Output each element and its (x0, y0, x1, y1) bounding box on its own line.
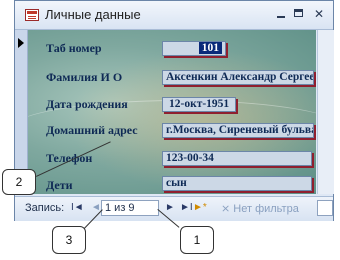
last-record-icon[interactable]: ►I (180, 202, 193, 213)
minimize-icon[interactable] (273, 7, 289, 21)
record-navigation-bar: Запись: I◄ ◄ 1 из 9 ► ►I ►* ⨯ Нет фильтр… (15, 196, 333, 221)
current-record-arrow-icon (18, 38, 24, 48)
search-box-edge[interactable] (317, 200, 333, 216)
label-birth-date: Дата рождения (46, 97, 128, 111)
full-name-field[interactable]: Аксенкин Александр Сергеевич (162, 70, 314, 85)
phone-field[interactable]: 123-00-34 (162, 151, 312, 166)
tab-number-value: 101 (198, 42, 222, 54)
window-title: Личные данные (45, 7, 141, 22)
vertical-scrollbar[interactable] (317, 30, 334, 194)
label-tab-number: Таб номер (46, 41, 102, 55)
callout-2: 2 (2, 169, 36, 195)
filter-icon: ⨯ (221, 203, 234, 215)
label-children: Дети (46, 178, 73, 192)
label-full-name: Фамилия И О (46, 70, 123, 84)
maximize-icon[interactable] (291, 7, 307, 21)
no-filter-label: Нет фильтра (233, 203, 299, 215)
record-counter-input[interactable]: 1 из 9 (101, 200, 159, 216)
children-field[interactable]: сын (162, 176, 312, 191)
new-record-icon[interactable]: ►* (193, 202, 207, 213)
records-label: Запись: (25, 202, 65, 214)
callout-3: 3 (52, 226, 86, 254)
close-icon[interactable]: ✕ (311, 7, 327, 21)
next-record-icon[interactable]: ► (165, 202, 175, 213)
first-record-icon[interactable]: I◄ (71, 202, 84, 213)
form-body: Таб номер 101 Фамилия И О Аксенкин Алекс… (28, 30, 316, 194)
label-home-address: Домашний адрес (46, 123, 138, 137)
no-filter-button[interactable]: ⨯ Нет фильтра (221, 202, 299, 215)
home-address-field[interactable]: г.Москва, Сиреневый бульвар, (162, 123, 314, 138)
title-bar: Личные данные ✕ (15, 1, 333, 30)
form-icon (25, 9, 39, 21)
birth-date-field[interactable]: 12-окт-1951 (162, 97, 236, 112)
form-window: Личные данные ✕ Таб номер 101 Фамилия И … (14, 0, 334, 221)
callout-1: 1 (180, 226, 214, 254)
tab-number-field[interactable]: 101 (162, 41, 226, 56)
